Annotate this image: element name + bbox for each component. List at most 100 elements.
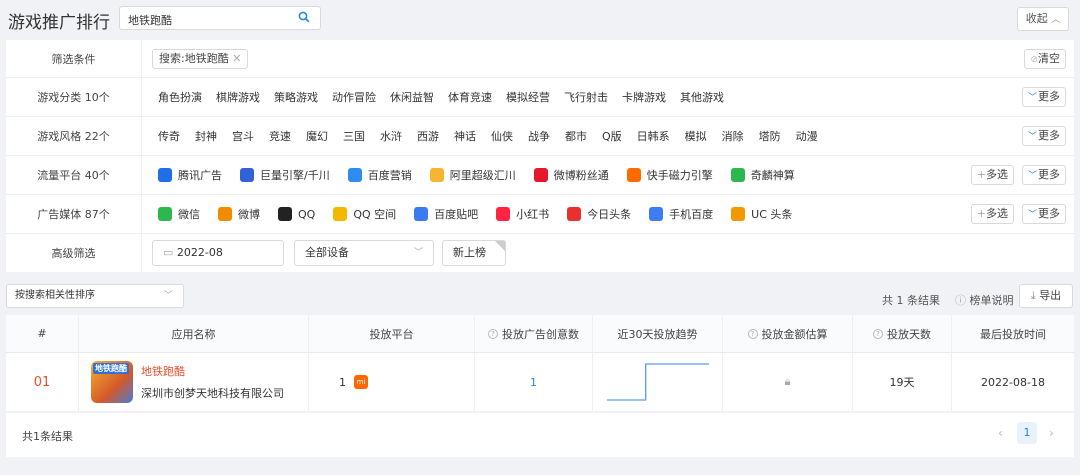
- filter-option[interactable]: 其他游戏: [680, 89, 724, 105]
- filter-option[interactable]: 微信: [158, 206, 200, 222]
- filter-option[interactable]: 竞速: [269, 128, 291, 144]
- export-label: 导出: [1039, 289, 1062, 302]
- page-number[interactable]: 1: [1017, 422, 1037, 444]
- filter-option[interactable]: 今日头条: [567, 206, 631, 222]
- calendar-icon: ▭: [163, 246, 174, 259]
- filter-option[interactable]: Q版: [602, 128, 622, 144]
- multi-select-button[interactable]: +多选: [970, 204, 1014, 224]
- filter-option[interactable]: 微博粉丝通: [533, 167, 609, 183]
- creative-count[interactable]: 1: [475, 353, 593, 411]
- filter-option-label: Q版: [602, 130, 622, 143]
- filter-option[interactable]: 动作冒险: [332, 89, 376, 105]
- filter-label: 游戏风格 22个: [6, 117, 142, 155]
- filter-option[interactable]: 宫斗: [232, 128, 254, 144]
- platform-logo-icon: [429, 168, 444, 182]
- filter-option-label: 百度贴吧: [434, 208, 479, 221]
- filter-option[interactable]: 腾讯广告: [158, 167, 222, 183]
- filter-row-platform: 流量平台 40个 腾讯广告 巨量引擎/千川 百度营销 阿里超级汇川 微博粉丝通 快手磁力引…: [6, 156, 1074, 195]
- sort-select[interactable]: 按搜索相关性排序 ﹀: [6, 284, 184, 308]
- filter-option[interactable]: 阿里超级汇川: [429, 167, 516, 183]
- app-icon-text: 地铁跑酷: [93, 363, 129, 374]
- filter-option-label: 阿里超级汇川: [449, 169, 516, 182]
- filter-option-label: 腾讯广告: [178, 169, 222, 182]
- app-icon[interactable]: 地铁跑酷: [91, 361, 133, 403]
- more-label: 更多: [1038, 129, 1060, 142]
- date-picker[interactable]: ▭ 2022-08: [152, 240, 284, 266]
- filter-option[interactable]: 棋牌游戏: [216, 89, 260, 105]
- filter-option[interactable]: 塔防: [759, 128, 781, 144]
- filter-option[interactable]: 卡牌游戏: [622, 89, 666, 105]
- more-button[interactable]: ﹀更多: [1021, 126, 1066, 146]
- filter-option[interactable]: 百度贴吧: [414, 206, 478, 222]
- filter-row-advanced: 高级筛选 ▭ 2022-08 全部设备 ﹀ 新上榜: [6, 234, 1074, 272]
- filter-option[interactable]: 仙侠: [491, 128, 513, 144]
- filter-option[interactable]: 水浒: [380, 128, 402, 144]
- xiaomi-icon[interactable]: mi: [354, 375, 368, 389]
- days: 19天: [853, 353, 952, 411]
- filter-option-label: 巨量引擎/千川: [260, 169, 330, 182]
- filter-option[interactable]: UC 头条: [731, 206, 792, 222]
- filter-option[interactable]: 飞行射击: [564, 89, 608, 105]
- explain-link[interactable]: ⓘ 榜单说明: [955, 292, 1014, 308]
- clear-button[interactable]: ⊘清空: [1024, 48, 1066, 69]
- app-name[interactable]: 地铁跑酷: [141, 363, 284, 379]
- filter-option[interactable]: 传奇: [158, 128, 180, 144]
- filter-option[interactable]: 动漫: [796, 128, 818, 144]
- more-button[interactable]: ﹀更多: [1021, 165, 1066, 185]
- filter-option[interactable]: QQ 空间: [333, 206, 396, 222]
- new-listing-toggle[interactable]: 新上榜: [442, 240, 506, 266]
- filter-option[interactable]: 奇麟神算: [730, 167, 795, 183]
- filter-option[interactable]: 日韩系: [637, 128, 670, 144]
- filter-option[interactable]: 封神: [195, 128, 217, 144]
- filter-option-label: 塔防: [758, 130, 781, 143]
- filter-option[interactable]: 策略游戏: [274, 89, 318, 105]
- filter-option[interactable]: 微博: [218, 206, 260, 222]
- platform-logo-icon: [731, 207, 746, 221]
- export-button[interactable]: ⤓ 导出: [1019, 284, 1073, 308]
- filter-option[interactable]: 魔幻: [306, 128, 328, 144]
- filter-option[interactable]: 都市: [565, 128, 587, 144]
- filter-option[interactable]: 巨量引擎/千川: [240, 167, 330, 183]
- filter-option-label: 策略游戏: [274, 91, 318, 104]
- plus-icon: +: [976, 207, 986, 220]
- more-button[interactable]: ﹀更多: [1021, 87, 1066, 107]
- app-cell[interactable]: 地铁跑酷 地铁跑酷 深圳市创梦天地科技有限公司: [79, 353, 309, 411]
- more-button[interactable]: ﹀更多: [1021, 204, 1066, 224]
- multi-select-button[interactable]: +多选: [970, 165, 1014, 185]
- col-header: ? 投放金额估算: [723, 315, 853, 353]
- filter-option-label: 模拟经营: [506, 91, 550, 104]
- collapse-button[interactable]: 收起 ︿: [1017, 7, 1069, 31]
- filter-option[interactable]: 模拟经营: [506, 89, 550, 105]
- filter-option[interactable]: 神话: [454, 128, 476, 144]
- filter-option[interactable]: 模拟: [685, 128, 707, 144]
- filter-option[interactable]: 快手磁力引擎: [626, 167, 713, 183]
- filter-option[interactable]: 休闲益智: [390, 89, 434, 105]
- filter-option[interactable]: 手机百度: [649, 206, 713, 222]
- last-date: 2022-08-18: [981, 375, 1045, 389]
- filter-option[interactable]: 三国: [343, 128, 365, 144]
- device-select[interactable]: 全部设备 ﹀: [294, 240, 434, 266]
- lock-icon[interactable]: 🔒︎: [785, 375, 791, 389]
- filter-option[interactable]: 消除: [722, 128, 744, 144]
- filter-option[interactable]: 小红书: [496, 206, 549, 222]
- filter-option[interactable]: 战争: [528, 128, 550, 144]
- platform-logo-icon: [158, 168, 172, 182]
- plus-icon: +: [976, 168, 986, 181]
- col-header-label: 投放广告创意数: [502, 327, 579, 341]
- search-tag-label: 搜索:地铁跑酷: [159, 51, 229, 65]
- filter-option[interactable]: 体育竞速: [448, 89, 492, 105]
- search-input[interactable]: 地铁跑酷: [119, 6, 321, 30]
- search-icon[interactable]: [298, 11, 310, 26]
- prev-page-icon[interactable]: ‹: [998, 426, 1003, 440]
- filter-option-label: 都市: [565, 130, 587, 143]
- filter-option[interactable]: 角色扮演: [158, 89, 202, 105]
- filter-option[interactable]: 西游: [417, 128, 439, 144]
- filter-option-label: 封神: [195, 130, 217, 143]
- filter-option[interactable]: QQ: [278, 207, 315, 221]
- trend-chart: [606, 363, 709, 401]
- filter-option[interactable]: 百度营销: [347, 167, 412, 183]
- next-page-icon[interactable]: ›: [1049, 426, 1054, 440]
- filter-option-label: 竞速: [269, 130, 291, 143]
- search-tag[interactable]: 搜索:地铁跑酷 ✕: [152, 48, 249, 69]
- close-icon[interactable]: ✕: [232, 52, 241, 65]
